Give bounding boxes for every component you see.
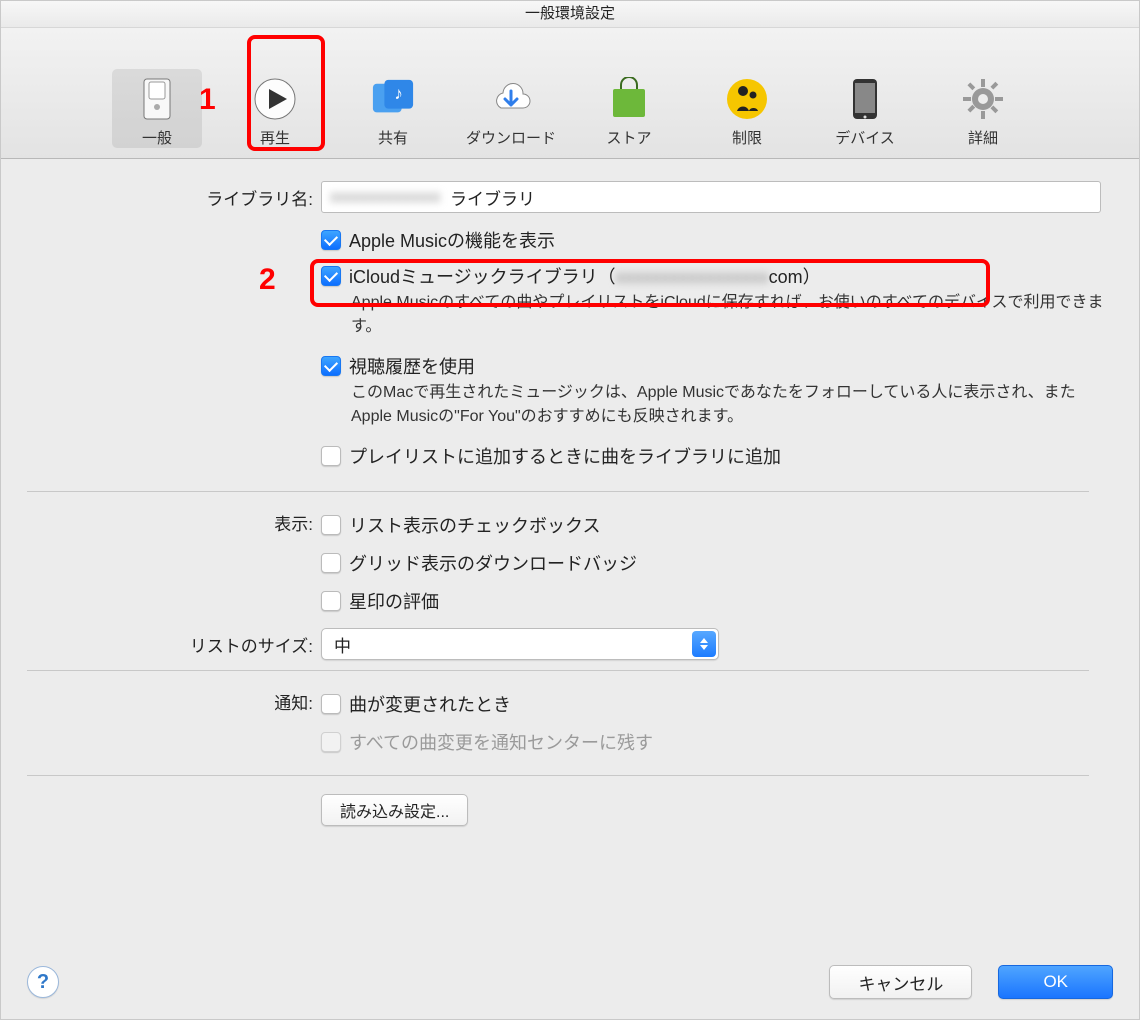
device-icon [843, 77, 887, 121]
checkbox-list-checkboxes[interactable] [321, 515, 341, 535]
checkbox-notif-center [321, 732, 341, 752]
preferences-toolbar: 一般 再生 ♪ 共有 ダウンロード ストア [1, 28, 1139, 159]
divider [27, 775, 1089, 776]
toolbar-tab-label: ストア [606, 127, 651, 148]
checkbox-apple-music[interactable] [321, 230, 341, 250]
stepper-arrows-icon [692, 631, 716, 657]
checkbox-listening-history[interactable] [321, 356, 341, 376]
annotation-number-2: 2 [259, 263, 276, 297]
play-icon [253, 77, 297, 121]
toolbar-tab-downloads[interactable]: ダウンロード [466, 77, 556, 148]
footer: ? キャンセル OK [1, 945, 1139, 1019]
help-button[interactable]: ? [27, 966, 59, 998]
annotation-number-1: 1 [199, 83, 216, 117]
toolbar-tab-store[interactable]: ストア [584, 77, 674, 148]
notifications-section-label: 通知: [27, 685, 321, 714]
checkbox-notif-center-label: すべての曲変更を通知センターに残す [349, 729, 653, 755]
library-name-label: ライブラリ名: [27, 181, 321, 210]
library-name-input[interactable]: xxxxxxxxxxxxx ライブラリ [321, 181, 1101, 213]
list-size-popup[interactable]: 中 [321, 628, 719, 660]
cancel-button[interactable]: キャンセル [829, 965, 972, 999]
checkbox-apple-music-label: Apple Musicの機能を表示 [349, 227, 555, 253]
toolbar-tab-devices[interactable]: デバイス [820, 77, 910, 148]
library-name-value-suffix: ライブラリ [450, 185, 535, 210]
toolbar-tab-label: 制限 [732, 127, 762, 148]
toolbar-tab-label: デバイス [835, 127, 895, 148]
divider [27, 670, 1089, 671]
list-size-label: リストのサイズ: [27, 628, 321, 657]
listening-history-description: このMacで再生されたミュージックは、Apple Musicであなたをフォローし… [351, 381, 1113, 429]
download-icon [489, 77, 533, 121]
checkbox-star-ratings[interactable] [321, 591, 341, 611]
checkbox-icloud-library-label: iCloudミュージックライブラリ（xxxxxxxxxxxxxxxxxcom） [349, 263, 821, 289]
toolbar-tab-general[interactable]: 一般 [112, 69, 202, 148]
checkbox-song-changed-label: 曲が変更されたとき [349, 691, 511, 717]
share-icon: ♪ [371, 77, 415, 121]
toolbar-tab-label: 共有 [378, 127, 408, 148]
display-section-label: 表示: [27, 506, 321, 535]
icloud-library-description: Apple Musicのすべての曲やプレイリストをiCloudに保存すれば、お使… [351, 291, 1113, 339]
checkbox-grid-badges[interactable] [321, 553, 341, 573]
checkbox-icloud-library[interactable] [321, 266, 341, 286]
checkbox-list-checkboxes-label: リスト表示のチェックボックス [349, 512, 600, 538]
toolbar-tab-advanced[interactable]: 詳細 [938, 77, 1028, 148]
toolbar-tab-playback[interactable]: 再生 [230, 77, 320, 148]
list-size-value: 中 [334, 632, 351, 657]
toolbar-tab-label: 再生 [260, 127, 290, 148]
svg-text:♪: ♪ [394, 83, 403, 103]
switch-icon [135, 77, 179, 121]
toolbar-tab-restrictions[interactable]: 制限 [702, 77, 792, 148]
import-settings-button[interactable]: 読み込み設定... [321, 794, 468, 826]
parental-icon [725, 77, 769, 121]
window-title: 一般環境設定 [1, 1, 1139, 28]
ok-button[interactable]: OK [998, 965, 1113, 999]
toolbar-tab-sharing[interactable]: ♪ 共有 [348, 77, 438, 148]
checkbox-song-changed[interactable] [321, 694, 341, 714]
checkbox-add-to-library[interactable] [321, 446, 341, 466]
store-icon [607, 77, 651, 121]
divider [27, 491, 1089, 492]
redacted-text: xxxxxxxxxxxxx [330, 187, 450, 207]
toolbar-tab-label: 一般 [142, 127, 172, 148]
checkbox-add-to-library-label: プレイリストに追加するときに曲をライブラリに追加 [349, 443, 781, 469]
checkbox-listening-history-label: 視聴履歴を使用 [349, 353, 475, 379]
toolbar-tab-label: 詳細 [968, 127, 998, 148]
gear-icon [961, 77, 1005, 121]
toolbar-tab-label: ダウンロード [466, 127, 556, 148]
checkbox-star-ratings-label: 星印の評価 [349, 588, 439, 614]
checkbox-grid-badges-label: グリッド表示のダウンロードバッジ [349, 550, 637, 576]
